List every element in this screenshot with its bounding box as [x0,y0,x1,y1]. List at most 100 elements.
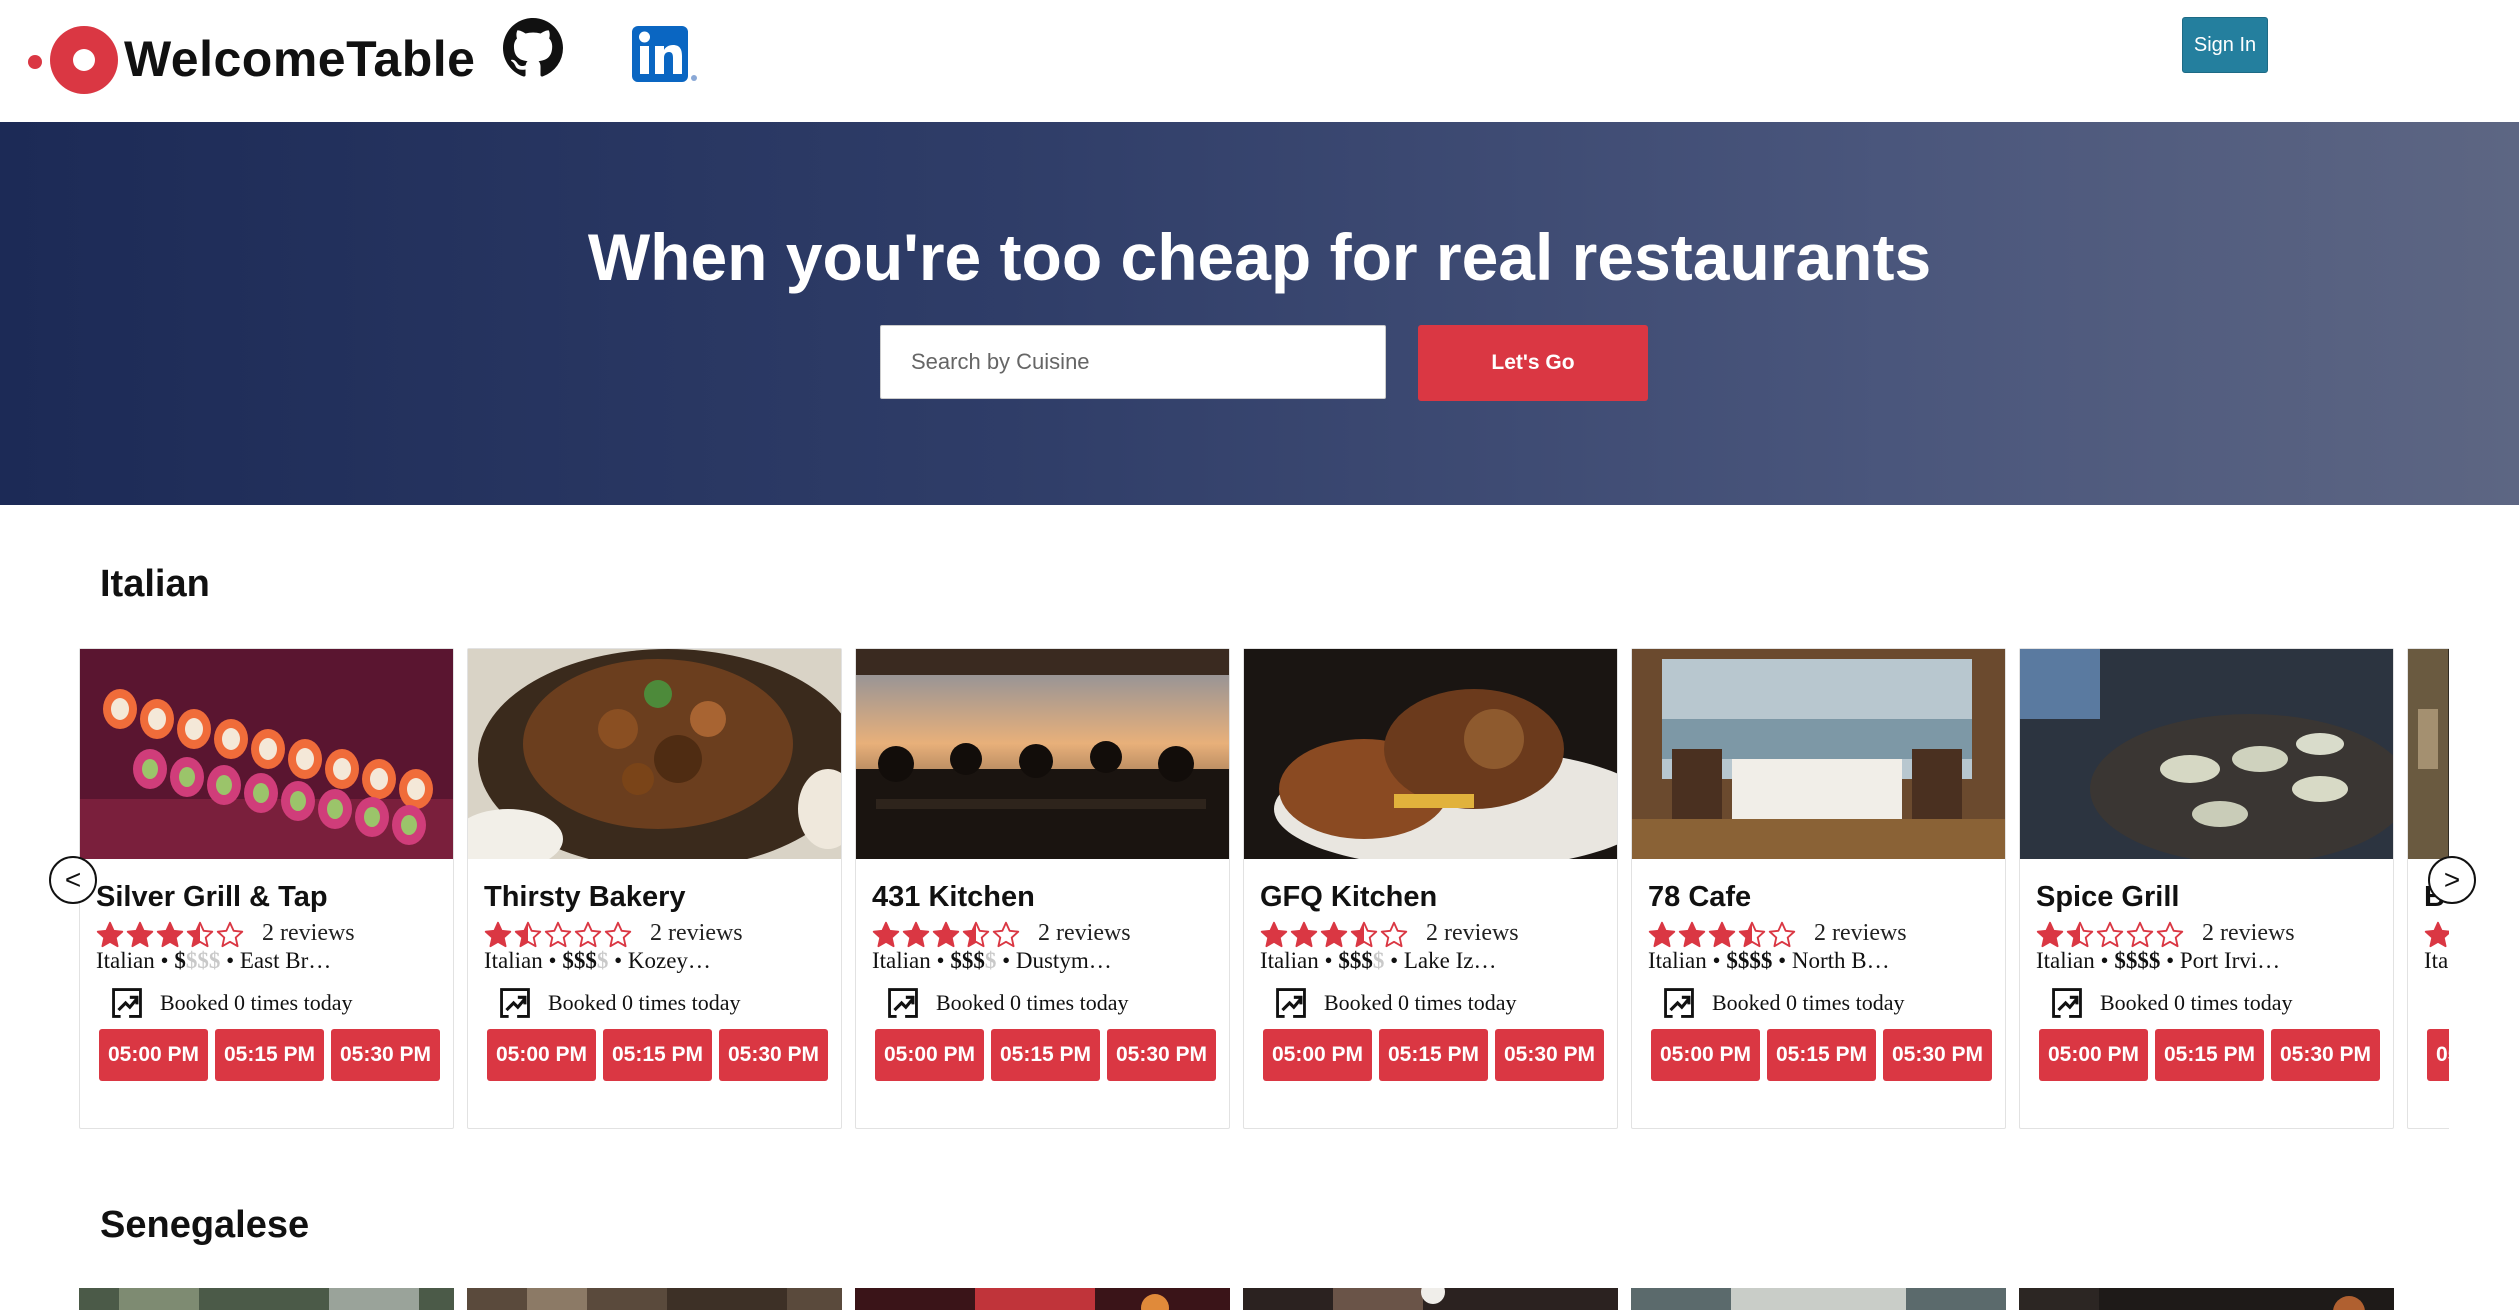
time-slot-button[interactable]: 05:30 PM [1883,1029,1992,1081]
star-empty-icon [2096,921,2124,948]
review-count: 2 reviews [1814,920,1907,946]
carousel-next-button[interactable]: > [2428,856,2476,904]
time-slot-button[interactable]: 05:00 PM [1651,1029,1760,1081]
restaurant-image[interactable] [2019,1288,2394,1310]
price-level: $$$$ [2114,948,2161,973]
booked-count: Booked 0 times today [2100,990,2293,1015]
carousel-track [79,1288,2449,1310]
logo-dot-icon [28,55,42,69]
restaurant-image[interactable] [80,649,453,859]
restaurant-name[interactable]: GFQ Kitchen [1260,881,1437,914]
time-slot-button[interactable]: 05:15 PM [2155,1029,2264,1081]
carousel-prev-button[interactable]: < [49,856,97,904]
restaurant-name[interactable]: 431 Kitchen [872,881,1035,914]
time-slot-button[interactable]: 05:00 PM [1263,1029,1372,1081]
location-label: Lake Iz… [1403,948,1497,973]
cuisine-search-input[interactable] [880,325,1386,399]
time-slot-button[interactable]: 05:30 PM [1107,1029,1216,1081]
star-rating [2036,920,2184,950]
location-label: Kozey… [627,948,711,973]
carousel-track: Silver Grill & Tap 2 reviews Italian • $$$… [79,648,2449,1129]
location-label: Dustym… [1015,948,1112,973]
lets-go-button[interactable]: Let's Go [1418,325,1648,401]
trending-up-icon [1276,988,1306,1018]
restaurant-image[interactable] [1243,1288,1618,1310]
time-slot-button[interactable]: 05:00 PM [99,1029,208,1081]
star-full-icon [156,921,184,948]
star-full-icon [1320,921,1348,948]
restaurant-card[interactable]: Spice Grill 2 reviews Italian • $$$$ • Por… [2019,648,2394,1129]
restaurant-meta: Italian • $$$$ • Dustym… [872,948,1222,974]
restaurant-image[interactable] [1631,1288,2006,1310]
time-slot-button[interactable]: 05:30 PM [1495,1029,1604,1081]
star-full-icon [96,921,124,948]
restaurant-image[interactable] [467,1288,842,1310]
restaurant-name[interactable]: Spice Grill [2036,881,2179,914]
star-rating [872,920,1020,950]
star-half-icon [514,921,542,948]
star-full-icon [2424,921,2449,948]
time-slot-button[interactable]: 05:15 PM [603,1029,712,1081]
booked-count: Booked 0 times today [548,990,741,1015]
star-half-icon [186,921,214,948]
restaurant-card[interactable]: Silver Grill & Tap 2 reviews Italian • $$$… [79,648,454,1129]
price-level-remaining: $ [1372,948,1385,973]
restaurant-meta: Ita [2424,948,2449,974]
restaurant-image[interactable] [856,649,1229,859]
restaurant-image[interactable] [1632,649,2005,859]
restaurant-name[interactable]: 78 Cafe [1648,881,1751,914]
time-slot-button[interactable]: 05:30 PM [2271,1029,2380,1081]
restaurant-image[interactable] [468,649,841,859]
restaurant-image[interactable] [79,1288,454,1310]
time-slot-button[interactable]: 05:15 PM [215,1029,324,1081]
restaurant-card[interactable]: GFQ Kitchen 2 reviews Italian • $$$$ • Lak… [1243,648,1618,1129]
restaurant-card[interactable]: 431 Kitchen 2 reviews Italian • $$$$ • Dus… [855,648,1230,1129]
booked-count: Booked 0 times today [1324,990,1517,1015]
price-level: $$$ [562,948,597,973]
time-slot-button[interactable]: 05:30 PM [719,1029,828,1081]
time-slot-button[interactable]: 05:00 PM [2039,1029,2148,1081]
sign-in-button[interactable]: Sign In [2182,17,2268,73]
restaurant-card[interactable]: Thirsty Bakery 2 reviews Italian • $$$$ • … [467,648,842,1129]
price-level-remaining: $$$ [185,948,221,973]
location-label: Port Irvi… [2179,948,2281,973]
hero-title: When you're too cheap for real restauran… [587,220,1932,294]
time-slot-button[interactable]: 05:00 PM [487,1029,596,1081]
time-slot-button[interactable]: 05:15 PM [1767,1029,1876,1081]
brand-name[interactable]: WelcomeTable [124,30,475,88]
restaurant-image[interactable] [1244,649,1617,859]
meta-separator: • [1318,948,1339,973]
booked-count: Booked 0 times today [160,990,353,1015]
time-slot-button[interactable]: 05:30 PM [331,1029,440,1081]
restaurant-image[interactable] [2408,649,2449,859]
review-count: 2 reviews [650,920,743,946]
time-slot-button[interactable]: 05:00 PM [2427,1029,2449,1081]
restaurant-image[interactable] [855,1288,1230,1310]
star-empty-icon [2156,921,2184,948]
restaurant-card[interactable]: 78 Cafe 2 reviews Italian • $$$$ • North B… [1631,648,2006,1129]
cuisine-label: Italian [484,948,543,973]
carousel-senegalese [79,1288,2449,1310]
cuisine-label: Italian [1648,948,1707,973]
top-navbar: WelcomeTable Sign In [0,0,2519,122]
linkedin-icon[interactable] [630,24,702,84]
booking-stats: Booked 0 times today [1662,986,1904,1020]
trending-up-icon [888,988,918,1018]
booking-stats: Booked 0 times today [110,986,352,1020]
restaurant-name[interactable]: Silver Grill & Tap [96,881,328,914]
meta-separator: • [608,948,628,973]
cuisine-label: Italian [1260,948,1319,973]
restaurant-name[interactable]: Thirsty Bakery [484,881,686,914]
section-title-senegalese: Senegalese [100,1204,310,1246]
star-half-icon [962,921,990,948]
meta-separator: • [996,948,1016,973]
restaurant-image[interactable] [2020,649,2393,859]
github-icon[interactable] [503,18,563,78]
star-full-icon [1290,921,1318,948]
time-slot-button[interactable]: 05:15 PM [1379,1029,1488,1081]
time-slot-button[interactable]: 05:00 PM [875,1029,984,1081]
cuisine-label: Ita [2424,948,2449,973]
time-slots: 05:00 PM05:15 PM05:30 PM [2039,1029,2380,1081]
booking-stats: Booked 0 times today [886,986,1128,1020]
time-slot-button[interactable]: 05:15 PM [991,1029,1100,1081]
